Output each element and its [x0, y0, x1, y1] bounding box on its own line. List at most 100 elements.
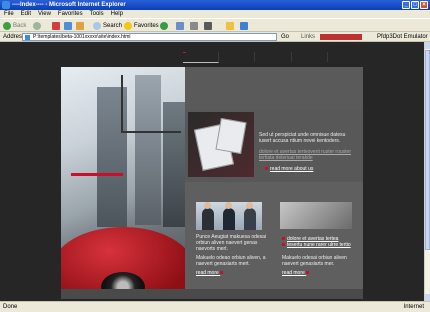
bullet-icon [282, 237, 285, 241]
ie-icon [2, 1, 10, 9]
window-title: ----Index---- - Microsoft Internet Explo… [12, 2, 126, 8]
status-text: Done [3, 304, 18, 310]
person-head [225, 202, 232, 209]
go-button[interactable]: Go [281, 33, 289, 41]
person-head [246, 202, 253, 209]
scroll-thumb[interactable] [425, 50, 430, 250]
media-icon [160, 21, 168, 30]
favorites-label: Favorites [134, 22, 159, 29]
footer-bar [61, 289, 363, 299]
menu-file[interactable]: File [4, 10, 14, 18]
read-more-about-link[interactable]: read more about us [265, 166, 313, 172]
minimize-button[interactable]: _ [402, 1, 410, 9]
refresh-icon [64, 21, 72, 30]
nav-item-5[interactable] [328, 52, 363, 62]
search-button[interactable]: Search [93, 21, 122, 30]
menu-tools[interactable]: Tools [90, 10, 104, 18]
promo-links[interactable]: dolore et avertas terteovent ruster rous… [259, 149, 359, 161]
go-label: Go [281, 34, 290, 40]
page-icon [25, 35, 30, 40]
address-value: P:\templates\beta-1001xxxxx\site\index.h… [33, 34, 131, 40]
card1-text-2: Makuelo odeao orbiun aliven, a naevert g… [196, 255, 266, 267]
mail-icon [176, 21, 184, 30]
media-button[interactable] [160, 21, 168, 30]
person-image [202, 208, 214, 230]
scroll-up-button[interactable] [425, 42, 430, 49]
vertical-scrollbar[interactable] [424, 42, 430, 301]
menu-edit[interactable]: Edit [21, 10, 31, 18]
menu-bar: File Edit View Favorites Tools Help [0, 10, 430, 18]
toolbar: Back Search Favorites [0, 18, 430, 32]
person-image [223, 208, 235, 230]
bullet-icon [265, 167, 268, 171]
clock-hand-red [71, 173, 123, 176]
card1-read-more-link[interactable]: read more [196, 270, 225, 276]
print-icon [190, 21, 198, 30]
card2-read-more-link[interactable]: read more [282, 270, 311, 276]
favorites-button[interactable]: Favorites [124, 21, 159, 30]
forward-button[interactable] [33, 21, 41, 30]
site-nav [183, 52, 363, 64]
business-people-image [196, 202, 262, 230]
stop-button[interactable] [52, 21, 60, 30]
nav-item-home[interactable] [183, 52, 220, 63]
address-bar: Address P:\templates\beta-1001xxxxx\site… [0, 32, 430, 42]
edit-icon [204, 21, 212, 30]
bullet-icon [220, 271, 224, 275]
bullet-icon [282, 243, 285, 247]
person-image [244, 208, 256, 230]
promo-text: Sed ut perspiciat unde omnisue datesu iu… [259, 132, 346, 144]
nav-item-3[interactable] [255, 52, 292, 62]
bullet-icon [306, 271, 310, 275]
window-controls: _ □ × [402, 1, 428, 9]
read-more-about-label: read more about us [270, 166, 314, 172]
refresh-button[interactable] [64, 21, 72, 30]
back-arrow-icon [3, 21, 11, 30]
back-label: Back [13, 22, 27, 29]
menu-help[interactable]: Help [111, 10, 123, 18]
nav-item-4[interactable] [292, 52, 328, 62]
clock-hand [121, 75, 123, 133]
search-label: Search [103, 22, 123, 29]
scroll-down-button[interactable] [425, 294, 430, 301]
card2-read-more-label: read more [282, 270, 305, 276]
card1-read-more-label: read more [196, 270, 219, 276]
card2-text: Makuelo odesai orbiun aliven naevert gen… [282, 255, 347, 267]
back-button[interactable]: Back [3, 21, 26, 30]
links-label[interactable]: Links [301, 33, 315, 41]
card2-links: dolore et avertas tertea tesertu nune ra… [282, 236, 358, 248]
promo-image [188, 112, 254, 177]
card2-link-2-label: tesertu nune rarer ulrre tertio [287, 242, 351, 248]
nav-item-2[interactable] [219, 52, 256, 62]
status-bar: Done Internet [0, 301, 430, 312]
stop-icon [52, 21, 60, 30]
forward-arrow-icon [33, 21, 41, 30]
card1-text: Punce Aeugiat makuesa odesai orbiun aliv… [196, 234, 267, 252]
mail-button[interactable] [176, 21, 184, 30]
menu-favorites[interactable]: Favorites [58, 10, 83, 18]
home-icon [76, 21, 84, 30]
keyboard-image [280, 202, 352, 229]
folder-icon [226, 21, 234, 30]
home-button[interactable] [76, 21, 84, 30]
print-button[interactable] [190, 21, 198, 30]
menu-view[interactable]: View [38, 10, 51, 18]
address-field[interactable]: P:\templates\beta-1001xxxxx\site\index.h… [22, 33, 277, 41]
card2-link-2[interactable]: tesertu nune rarer ulrre tertio [282, 242, 358, 248]
emulator-button[interactable]: Pfdp3Dot Emulator [377, 33, 428, 41]
maximize-button[interactable]: □ [411, 1, 419, 9]
search-icon [93, 21, 101, 30]
building-image [163, 102, 185, 227]
star-icon [124, 21, 132, 30]
clock-hand [121, 131, 181, 133]
messenger-button[interactable] [240, 21, 248, 30]
building-image [135, 75, 161, 225]
toolbar-extension-icon[interactable] [320, 34, 362, 40]
messenger-icon [240, 21, 248, 30]
person-head [204, 202, 211, 209]
close-button[interactable]: × [420, 1, 428, 9]
edit-button[interactable] [204, 21, 212, 30]
document-image [215, 117, 247, 155]
folder-button[interactable] [226, 21, 234, 30]
title-bar: ----Index---- - Microsoft Internet Explo… [0, 0, 430, 10]
